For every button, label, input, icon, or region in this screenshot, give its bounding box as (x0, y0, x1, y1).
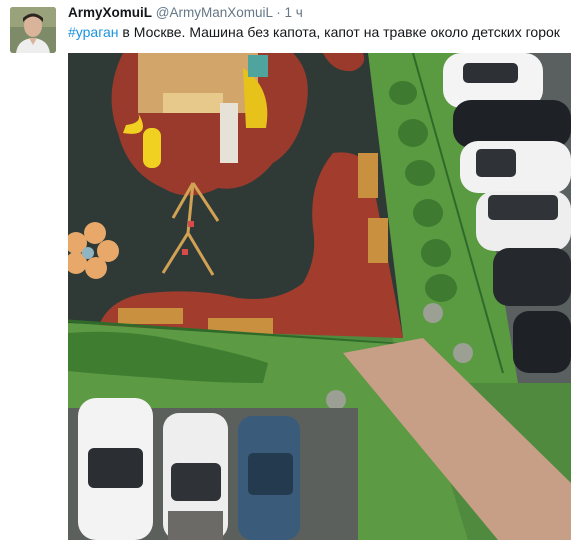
tweet[interactable]: ArmyXomuiL @ArmyManXomuiL · 1 ч #ураган … (0, 0, 572, 540)
tweet-text: #ураган в Москве. Машина без капота, кап… (68, 23, 560, 42)
tweet-photo[interactable] (68, 53, 571, 540)
tweet-body-text: в Москве. Машина без капота, капот на тр… (118, 24, 560, 40)
separator-dot: · (276, 5, 281, 20)
playground-aerial-photo (68, 53, 571, 540)
tweet-header: ArmyXomuiL @ArmyManXomuiL · 1 ч (68, 4, 303, 22)
avatar-image (10, 7, 56, 53)
avatar[interactable] (10, 7, 56, 53)
display-name[interactable]: ArmyXomuiL (68, 5, 152, 20)
user-handle[interactable]: @ArmyManXomuiL (156, 5, 273, 20)
hashtag-link[interactable]: #ураган (68, 24, 119, 40)
tweet-timestamp[interactable]: 1 ч (285, 5, 303, 20)
